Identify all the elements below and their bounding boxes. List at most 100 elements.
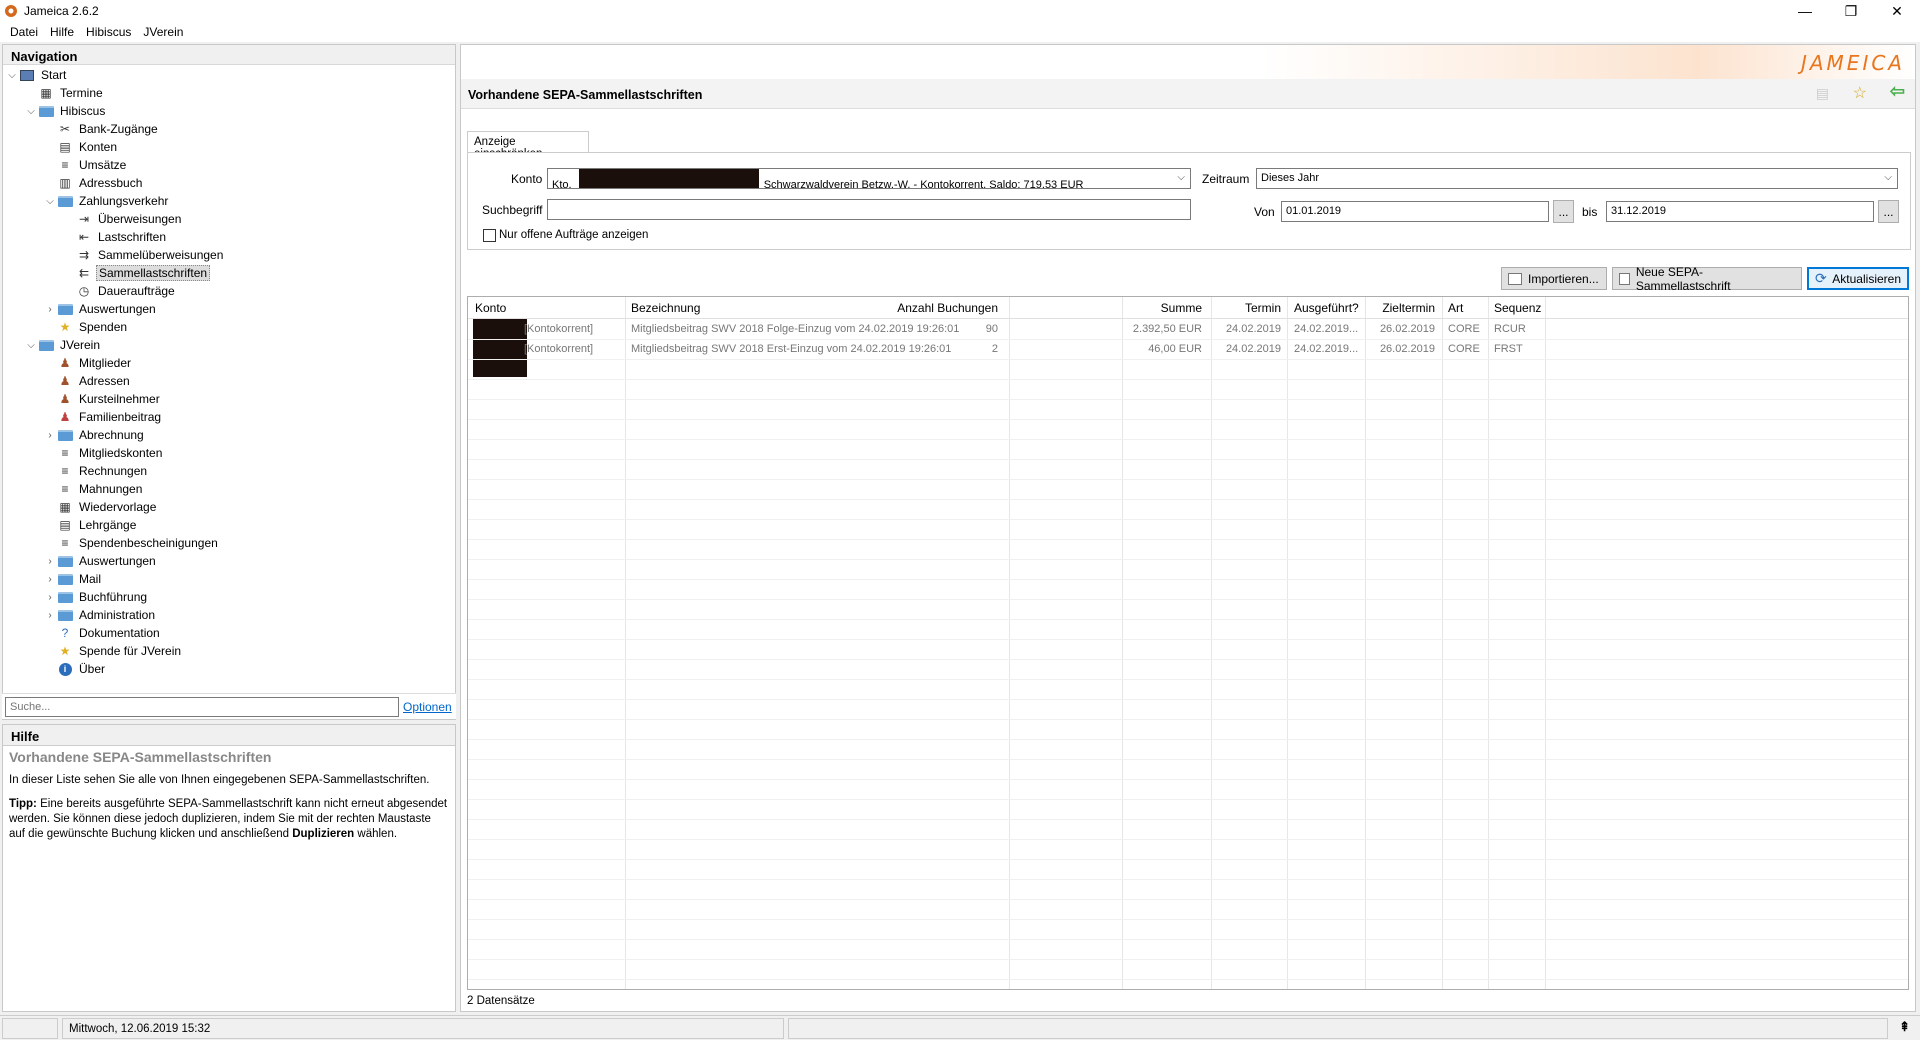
toggle-spacer (43, 410, 57, 424)
maximize-button[interactable]: ❐ (1828, 0, 1874, 22)
table-row[interactable]: [Kontokorrent] Mitgliedsbeitrag SWV 2018 … (468, 319, 1908, 339)
nav-item[interactable]: ◷ Daueraufträge (3, 282, 455, 300)
person-icon: ♟ (59, 392, 71, 406)
navigation-search-input[interactable] (5, 697, 399, 717)
nav-item[interactable]: › Abrechnung (3, 426, 455, 444)
suchbegriff-input[interactable] (547, 199, 1191, 220)
nav-item[interactable]: › Mail (3, 570, 455, 588)
column-header-summe[interactable]: Summe (1161, 301, 1202, 315)
close-button[interactable]: ✕ (1874, 0, 1920, 22)
nav-item[interactable]: ♟ Adressen (3, 372, 455, 390)
nav-item[interactable]: ⌵ Zahlungsverkehr (3, 192, 455, 210)
nav-item[interactable]: › Auswertungen (3, 300, 455, 318)
expand-toggle-icon[interactable]: › (43, 554, 57, 568)
nav-item[interactable]: › Auswertungen (3, 552, 455, 570)
minimize-button[interactable]: — (1782, 0, 1828, 22)
von-value: 01.01.2019 (1286, 205, 1342, 217)
expand-toggle-icon[interactable]: › (43, 590, 57, 604)
expand-toggle-icon[interactable]: › (43, 572, 57, 586)
collapse-toggle-icon[interactable]: ⌵ (5, 68, 19, 82)
nav-item[interactable]: ≡ Mahnungen (3, 480, 455, 498)
status-bar: Mittwoch, 12.06.2019 15:32 ⇞ (0, 1015, 1920, 1040)
refresh-button[interactable]: ⟳ Aktualisieren (1807, 267, 1909, 290)
nav-item-label: Administration (79, 608, 156, 622)
nav-item[interactable]: ▤ Lehrgänge (3, 516, 455, 534)
nav-item[interactable]: ▤ Konten (3, 138, 455, 156)
nav-item[interactable]: ⌵ Hibiscus (3, 102, 455, 120)
zeitraum-select[interactable]: Dieses Jahr ⌵ (1256, 168, 1898, 189)
collapse-toggle-icon[interactable]: ⌵ (43, 194, 57, 208)
cell-konto: [Kontokorrent] (524, 343, 594, 355)
nav-item-label: Bank-Zugänge (79, 122, 158, 136)
collapse-toggle-icon[interactable]: ⌵ (24, 338, 38, 352)
expand-toggle-icon[interactable]: › (43, 302, 57, 316)
von-date-picker-button[interactable]: ... (1553, 200, 1574, 223)
computer-icon (19, 67, 35, 83)
column-header-art[interactable]: Art (1448, 301, 1463, 315)
toggle-spacer (43, 626, 57, 640)
column-header-sequenz[interactable]: Sequenz (1494, 301, 1541, 315)
nav-item[interactable]: ≡ Rechnungen (3, 462, 455, 480)
menu-hibiscus[interactable]: Hibiscus (80, 25, 137, 39)
toggle-spacer (43, 536, 57, 550)
back-arrow-icon[interactable]: ⇦ (1890, 81, 1905, 102)
nav-item-label: Auswertungen (79, 554, 156, 568)
import-button[interactable]: Importieren... (1501, 267, 1607, 290)
print-icon[interactable]: ▤ (1816, 85, 1829, 102)
nav-item[interactable]: ≡ Umsätze (3, 156, 455, 174)
cell-summe: 2.392,50 EUR (1132, 323, 1202, 335)
help-panel: Hilfe Vorhandene SEPA-Sammellastschrifte… (2, 724, 456, 1012)
menu-jverein[interactable]: JVerein (137, 25, 189, 39)
nav-item[interactable]: ⌵ JVerein (3, 336, 455, 354)
folder-icon (38, 337, 54, 353)
menu-hilfe[interactable]: Hilfe (44, 25, 80, 39)
collapse-toggle-icon[interactable]: ⌵ (24, 104, 38, 118)
expand-toggle-icon[interactable]: › (43, 608, 57, 622)
table-row[interactable]: [Kontokorrent] Mitgliedsbeitrag SWV 2018 … (468, 339, 1908, 359)
bis-date-input[interactable]: 31.12.2019 (1606, 201, 1874, 222)
nav-item[interactable]: ≡ Spendenbescheinigungen (3, 534, 455, 552)
nav-item[interactable]: ♟ Kursteilnehmer (3, 390, 455, 408)
tab-filter[interactable]: Anzeige einschränken (467, 131, 589, 160)
nav-item[interactable]: ▥ Adressbuch (3, 174, 455, 192)
column-header-termin[interactable]: Termin (1245, 301, 1281, 315)
nav-item[interactable]: ✂ Bank-Zugänge (3, 120, 455, 138)
bookmark-star-icon[interactable]: ☆ (1853, 83, 1867, 103)
nav-item[interactable]: ♟ Mitglieder (3, 354, 455, 372)
nav-item[interactable]: ? Dokumentation (3, 624, 455, 642)
nav-item[interactable]: ♟ Familienbeitrag (3, 408, 455, 426)
von-date-input[interactable]: 01.01.2019 (1281, 201, 1549, 222)
nav-item[interactable]: ⇉ Sammelüberweisungen (3, 246, 455, 264)
new-sammellastschrift-button[interactable]: Neue SEPA-Sammellastschrift (1612, 265, 1802, 293)
nav-item[interactable]: ▦ Wiedervorlage (3, 498, 455, 516)
nav-item[interactable]: ★ Spenden (3, 318, 455, 336)
column-header-ausgefuehrt[interactable]: Ausgeführt? (1294, 301, 1359, 315)
cell-anzahl: 2 (991, 343, 998, 355)
expand-up-icon[interactable]: ⇞ (1899, 1019, 1910, 1035)
nav-item[interactable]: ▦ Termine (3, 84, 455, 102)
nav-item[interactable]: ★ Spende für JVerein (3, 642, 455, 660)
nav-item[interactable]: ⇇ Sammellastschriften (3, 264, 455, 282)
konto-select[interactable]: Kto. Schwarzwaldverein Betzw.-W. - Konto… (547, 168, 1191, 189)
nav-item[interactable]: ⇤ Lastschriften (3, 228, 455, 246)
nav-item[interactable]: ≡ Mitgliedskonten (3, 444, 455, 462)
options-link[interactable]: Optionen (403, 700, 452, 714)
nav-item[interactable]: i Über (3, 660, 455, 678)
column-header-zieltermin[interactable]: Zieltermin (1382, 301, 1435, 315)
column-header-anzahl[interactable]: Anzahl Buchungen (897, 301, 998, 315)
import-button-label: Importieren... (1528, 271, 1599, 286)
help-text: In dieser Liste sehen Sie alle von Ihnen… (9, 774, 430, 786)
toggle-spacer (43, 500, 57, 514)
menu-datei[interactable]: Datei (4, 25, 44, 39)
nav-item[interactable]: › Administration (3, 606, 455, 624)
bis-date-picker-button[interactable]: ... (1878, 200, 1899, 223)
expand-toggle-icon[interactable]: › (43, 428, 57, 442)
status-cell-empty (2, 1018, 58, 1039)
nav-item[interactable]: ⌵ Start (3, 66, 455, 84)
nav-item[interactable]: ⇥ Überweisungen (3, 210, 455, 228)
column-header-bezeichnung[interactable]: Bezeichnung (631, 301, 700, 315)
column-header-konto[interactable]: Konto (475, 301, 506, 315)
offene-auftraege-checkbox[interactable] (483, 229, 496, 242)
star-icon: ★ (59, 644, 71, 658)
nav-item[interactable]: › Buchführung (3, 588, 455, 606)
